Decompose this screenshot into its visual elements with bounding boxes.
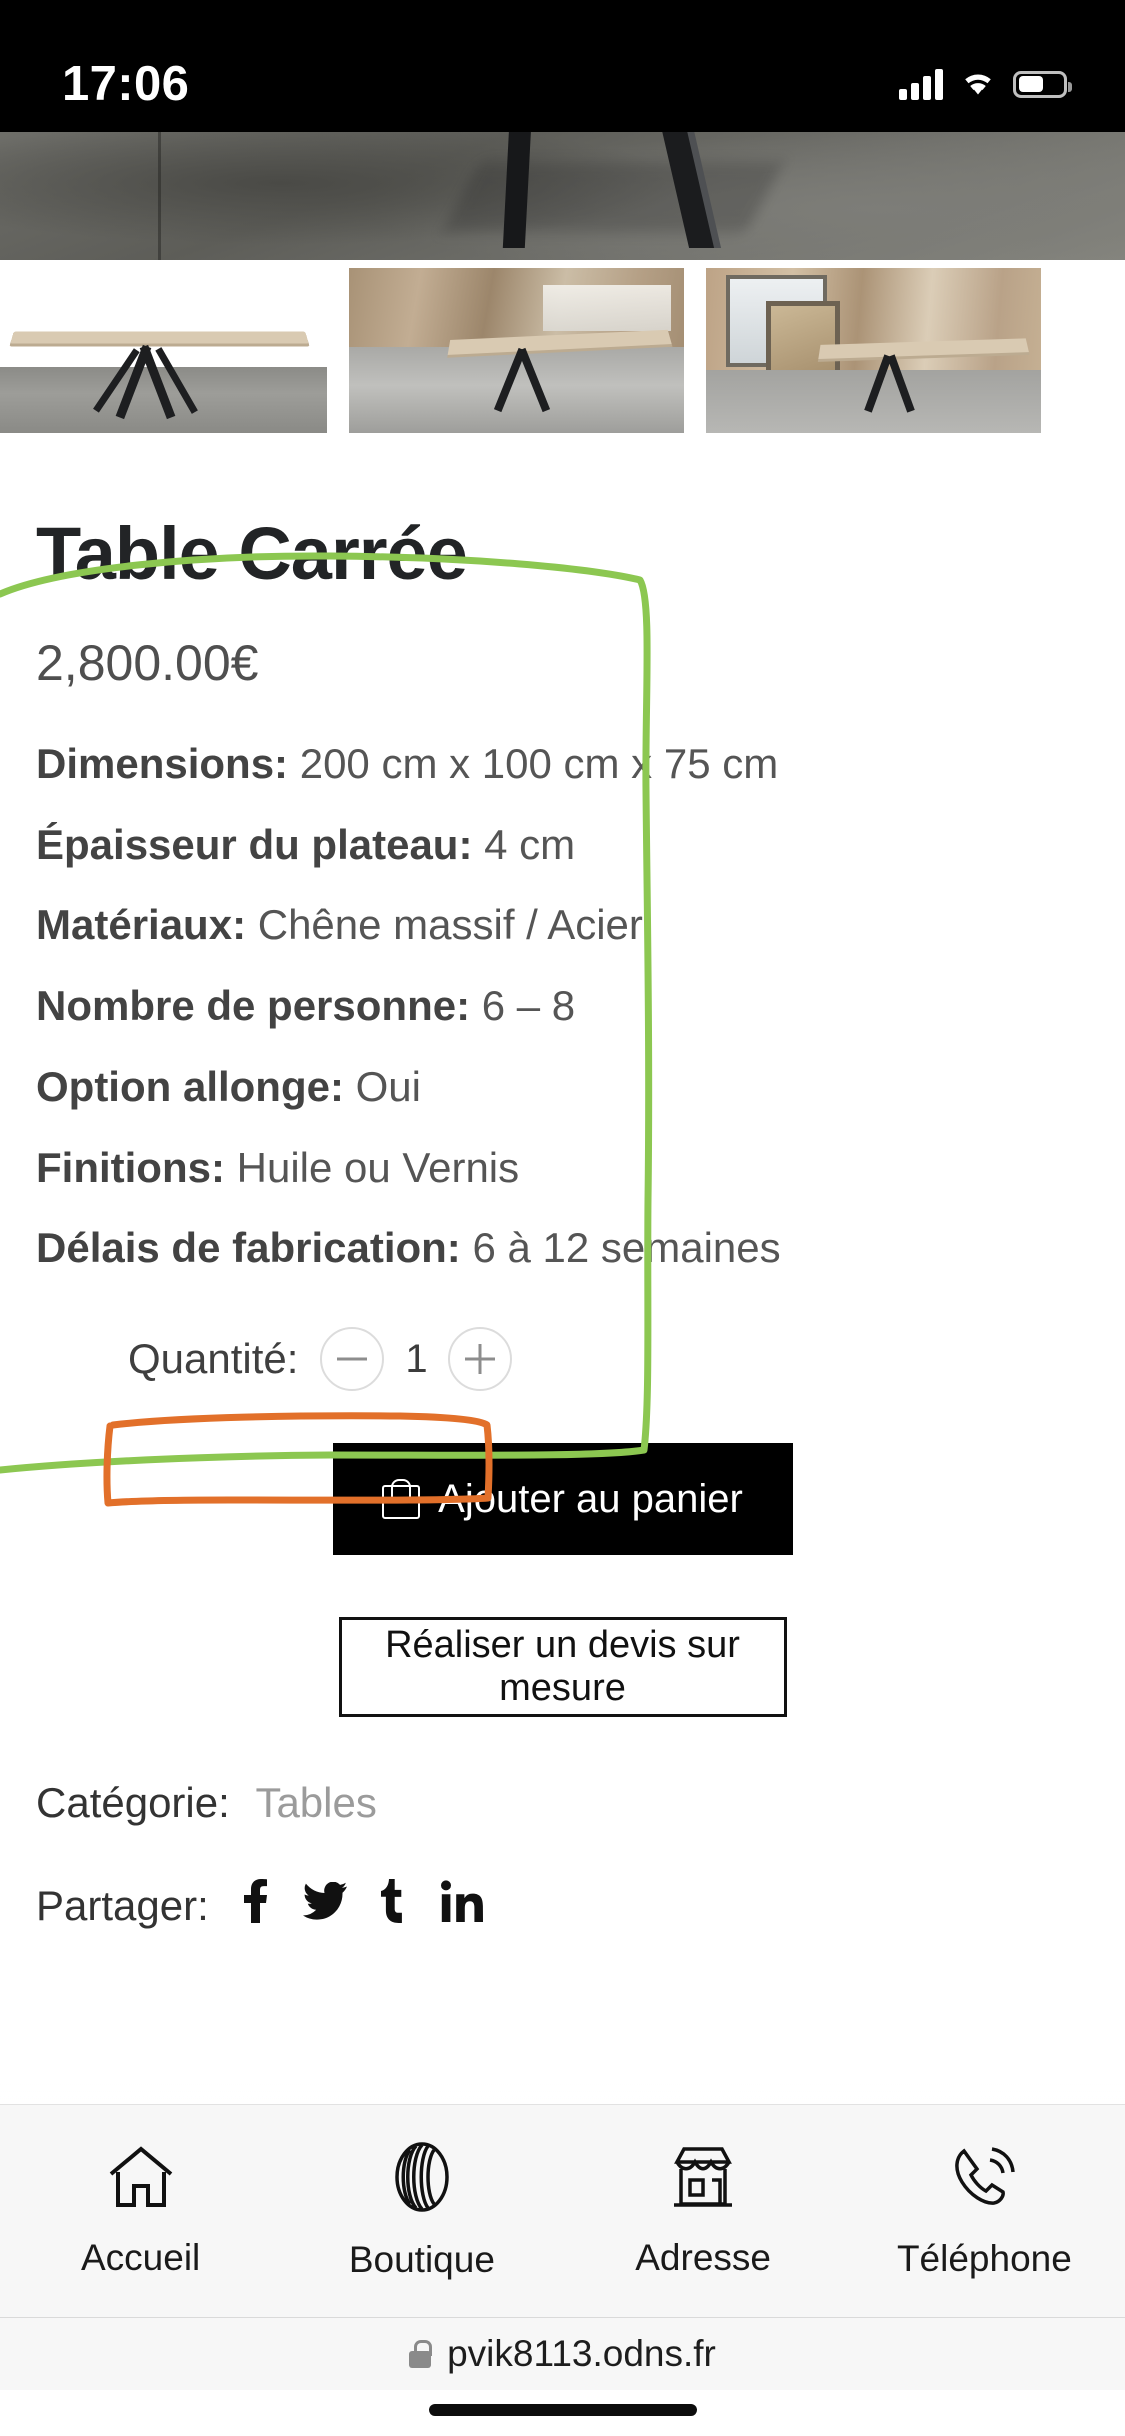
spec-value: 6 à 12 semaines (472, 1224, 781, 1272)
product-thumbnail-2[interactable] (349, 268, 684, 433)
nav-label: Accueil (80, 2236, 201, 2278)
product-price: 2,800.00€ (36, 635, 259, 691)
quantity-value[interactable]: 1 (384, 1337, 448, 1382)
category-label: Catégorie: (36, 1779, 230, 1827)
page-title: Table Carrée (36, 512, 468, 595)
share-label: Partager: (36, 1882, 209, 1930)
spec-value: 6 – 8 (481, 982, 576, 1030)
facebook-icon[interactable] (243, 1879, 269, 1933)
spec-label: Délais de fabrication: (36, 1224, 461, 1272)
spec-label: Épaisseur du plateau: (36, 820, 473, 868)
wifi-icon (959, 68, 997, 101)
nav-item-boutique[interactable]: Boutique (281, 2141, 562, 2281)
spec-label: Dimensions: (36, 740, 289, 787)
quantity-row: Quantité: 1 (36, 1327, 1089, 1392)
url-text: pvik8113.odns.fr (447, 2333, 716, 2374)
spec-value: Oui (355, 1062, 421, 1110)
product-thumbnail-strip (0, 268, 1125, 433)
spec-value: 4 cm (484, 820, 576, 868)
storefront-icon (670, 2144, 736, 2215)
minus-icon[interactable] (320, 1327, 385, 1392)
quote-row: Réaliser un devis sur mesure (36, 1617, 1089, 1718)
content-fade (0, 2078, 1125, 2104)
spec-label: Option allonge: (36, 1062, 344, 1110)
spec-value: 200 cm x 100 cm x 75 cm (299, 740, 779, 787)
spec-row: Matériaux: Chêne massif / Acier (36, 901, 1089, 950)
plus-icon[interactable] (448, 1327, 513, 1392)
home-icon (105, 2144, 177, 2215)
nav-item-adresse[interactable]: Adresse (563, 2144, 844, 2279)
browser-url-bar[interactable]: pvik8113.odns.fr (0, 2317, 1125, 2390)
home-indicator[interactable] (428, 2404, 697, 2416)
add-to-cart-label: Ajouter au panier (438, 1476, 743, 1521)
status-bar-indicators (899, 68, 1072, 101)
linkedin-icon[interactable] (440, 1880, 483, 1932)
share-icon-list (243, 1879, 483, 1933)
quantity-stepper[interactable]: 1 (320, 1327, 513, 1392)
spec-row: Option allonge: Oui (36, 1063, 1089, 1112)
battery-icon (1013, 70, 1072, 98)
nav-label: Téléphone (896, 2237, 1072, 2279)
product-thumbnail-3[interactable] (706, 268, 1041, 433)
share-row: Partager: (36, 1879, 1089, 1933)
spec-row: Délais de fabrication: 6 à 12 semaines (36, 1224, 1089, 1273)
wood-log-icon (389, 2141, 455, 2217)
status-bar-time: 17:06 (62, 57, 190, 111)
nav-item-telephone[interactable]: Téléphone (844, 2143, 1125, 2280)
spec-row: Finitions: Huile ou Vernis (36, 1144, 1089, 1193)
spec-row: Épaisseur du plateau: 4 cm (36, 821, 1089, 870)
nav-label: Boutique (348, 2238, 495, 2280)
custom-quote-button[interactable]: Réaliser un devis sur mesure (338, 1617, 787, 1718)
phone-icon (950, 2143, 1018, 2216)
add-to-cart-row: Ajouter au panier (36, 1443, 1089, 1556)
spec-value: Huile ou Vernis (236, 1143, 520, 1191)
spec-row: Nombre de personne: 6 – 8 (36, 982, 1089, 1031)
nav-item-accueil[interactable]: Accueil (0, 2144, 281, 2279)
phone-screen: 17:06 Table Carrée 2,800.00€ Dimensions:… (0, 0, 1125, 2436)
category-value[interactable]: Tables (255, 1779, 376, 1826)
nav-label: Adresse (635, 2236, 771, 2278)
quantity-label: Quantité: (128, 1335, 299, 1383)
bottom-navigation: Accueil Boutique Adresse Téléphone (0, 2104, 1125, 2317)
spec-value: Chêne massif / Acier (257, 901, 643, 949)
category-row: Catégorie: Tables (36, 1779, 1089, 1827)
add-to-cart-button[interactable]: Ajouter au panier (332, 1443, 793, 1556)
cellular-bars-icon (899, 68, 943, 100)
spec-label: Finitions: (36, 1143, 225, 1191)
spec-row: Dimensions: 200 cm x 100 cm x 75 cm (36, 740, 1089, 789)
shopping-bag-icon (382, 1479, 421, 1520)
product-details: Table Carrée 2,800.00€ Dimensions: 200 c… (0, 433, 1125, 1933)
status-bar: 17:06 (0, 0, 1125, 132)
lock-icon (409, 2340, 433, 2368)
product-thumbnail-1[interactable] (0, 268, 327, 433)
spec-label: Matériaux: (36, 901, 247, 949)
product-specifications: Dimensions: 200 cm x 100 cm x 75 cm Épai… (36, 740, 1089, 1273)
product-main-image[interactable] (0, 132, 1125, 260)
tumblr-icon[interactable] (380, 1879, 407, 1933)
spec-label: Nombre de personne: (36, 982, 471, 1030)
twitter-icon[interactable] (302, 1881, 347, 1930)
